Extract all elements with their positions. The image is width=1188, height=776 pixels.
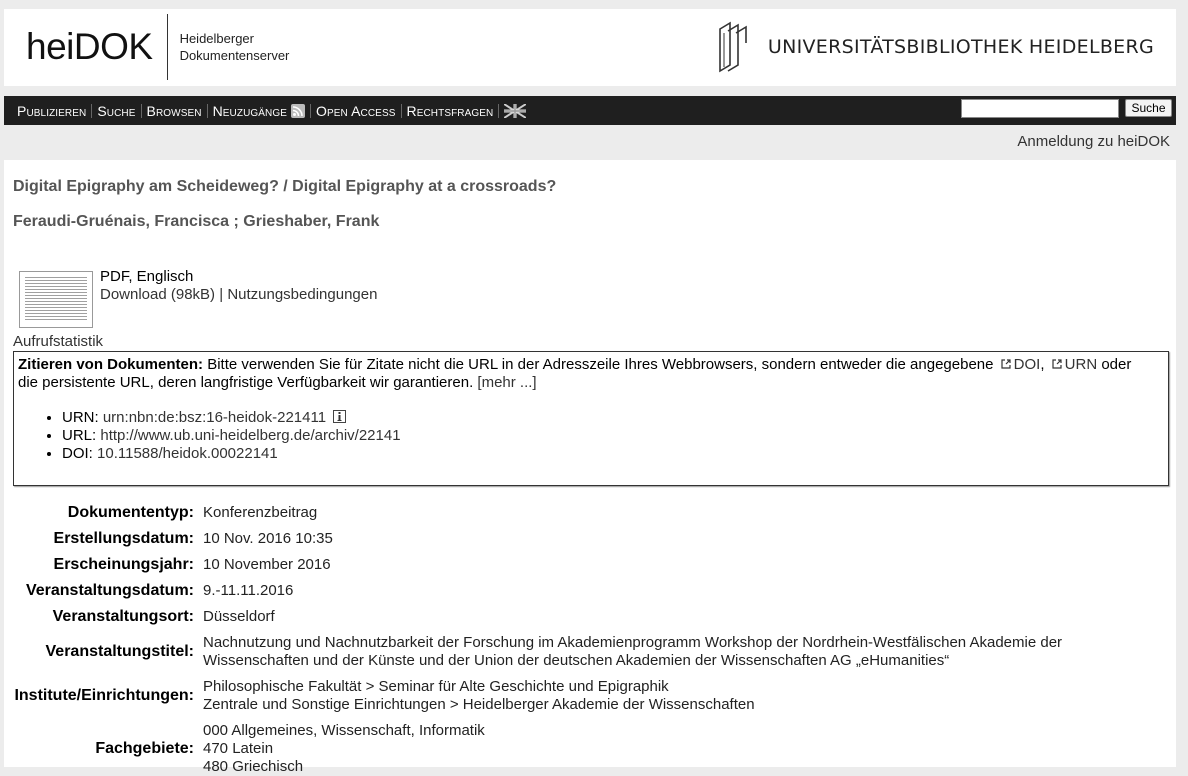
identifier-list: URN: urn:nbn:de:bsz:16-heidok-221411 URL… [18, 409, 1168, 463]
nav-separator [498, 103, 500, 118]
nav-separator [140, 103, 142, 118]
library-name: UNIVERSITÄTSBIBLIOTHEK HEIDELBERG [767, 36, 1154, 58]
meta-value-fachgebiet-3[interactable]: 480 Griechisch [203, 758, 303, 776]
main-navigation: Publizieren Suche Browsen Neuzugänge Ope… [4, 96, 1176, 125]
document-authors[interactable]: Feraudi-Gruénais, Francisca ; Grieshaber… [13, 213, 379, 231]
doi-info-link[interactable]: DOI [1014, 356, 1041, 373]
external-link-icon [1001, 359, 1011, 369]
nav-separator [400, 103, 402, 118]
citation-heading: Zitieren von Dokumenten: [18, 356, 204, 373]
logo-sub-line1: Heidelberger [179, 31, 254, 46]
citation-comma: , [1040, 356, 1045, 373]
statistics-link[interactable]: Aufrufstatistik [13, 333, 103, 350]
list-item: DOI: 10.11588/heidok.00022141 [62, 445, 1168, 463]
urn-value[interactable]: urn:nbn:de:bsz:16-heidok-221411 [103, 409, 326, 426]
meta-value-dokumententyp: Konferenzbeitrag [203, 504, 318, 521]
file-info: PDF, Englisch Download (98kB) | Nutzungs… [100, 268, 377, 304]
nav-rechtsfragen[interactable]: Rechtsfragen [407, 103, 494, 119]
info-icon[interactable] [333, 410, 347, 423]
meta-label-fachgebiete: Fachgebiete: [95, 740, 194, 757]
meta-value-institute-2[interactable]: Zentrale und Sonstige Einrichtungen > He… [203, 696, 755, 714]
nav-open-access[interactable]: Open Access [316, 103, 395, 119]
logo-sub-line2: Dokumentenserver [179, 48, 290, 63]
search-input[interactable] [961, 99, 1119, 118]
meta-label-erstellungsdatum: Erstellungsdatum: [53, 530, 194, 547]
list-item: URN: urn:nbn:de:bsz:16-heidok-221411 [62, 409, 1168, 427]
citation-box: Zitieren von Dokumenten: Bitte verwenden… [13, 351, 1169, 486]
meta-label-veranstaltungsort: Veranstaltungsort: [52, 608, 194, 625]
logo-divider [166, 14, 168, 80]
meta-value-veranstaltungsdatum: 9.-11.11.2016 [203, 582, 294, 599]
meta-value-fachgebiet-2[interactable]: 470 Latein [203, 740, 273, 758]
list-item: URL: http://www.ub.uni-heidelberg.de/arc… [62, 427, 1168, 445]
urn-info-link[interactable]: URN [1065, 356, 1098, 373]
meta-value-institute-1[interactable]: Philosophische Fakultät > Seminar für Al… [203, 678, 669, 696]
meta-label-institute: Institute/Einrichtungen: [14, 687, 194, 704]
nav-separator [91, 103, 93, 118]
url-label: URL: [62, 427, 97, 444]
logo-main-text: heiDOK [26, 26, 153, 67]
urn-label: URN: [62, 409, 99, 426]
meta-value-veranstaltungsort: Düsseldorf [203, 608, 275, 625]
nav-browsen[interactable]: Browsen [147, 103, 202, 119]
meta-label-veranstaltungsdatum: Veranstaltungsdatum: [25, 582, 194, 599]
meta-value-veranstaltungstitel-2: Wissenschaften und der Künste und der Un… [203, 652, 950, 669]
meta-label-erscheinungsjahr: Erscheinungsjahr: [53, 556, 194, 573]
doi-label: DOI: [62, 445, 93, 462]
download-link[interactable]: Download (98kB) [100, 286, 215, 303]
ub-logo[interactable]: UNIVERSITÄTSBIBLIOTHEK HEIDELBERG [716, 19, 1154, 75]
meta-value-veranstaltungstitel-1: Nachnutzung und Nachnutzbarkeit der Fors… [203, 634, 1063, 651]
citation-text1: Bitte verwenden Sie für Zitate nicht die… [207, 356, 994, 373]
url-value[interactable]: http://www.ub.uni-heidelberg.de/archiv/2… [100, 427, 400, 444]
doi-value[interactable]: 10.11588/heidok.00022141 [97, 445, 278, 462]
uk-flag-icon[interactable] [504, 103, 527, 118]
nav-suche[interactable]: Suche [97, 103, 135, 119]
meta-label-dokumententyp: Dokumententyp: [67, 504, 194, 521]
meta-value-erscheinungsjahr: 10 November 2016 [203, 556, 331, 573]
document-title: Digital Epigraphy am Scheideweg? / Digit… [13, 178, 557, 195]
nav-separator [206, 103, 208, 118]
usage-terms-link[interactable]: Nutzungsbedingungen [227, 286, 377, 303]
logo-subtitle: Heidelberger Dokumentenserver [180, 30, 290, 64]
meta-value-fachgebiet-1[interactable]: 000 Allgemeines, Wissenschaft, Informati… [203, 722, 485, 740]
link-separator: | [219, 286, 224, 303]
main-content: Digital Epigraphy am Scheideweg? / Digit… [4, 160, 1176, 775]
nav-separator [310, 103, 312, 118]
heidok-logo[interactable]: heiDOK Heidelberger Dokumentenserver [26, 13, 289, 81]
rss-icon[interactable] [291, 103, 306, 118]
more-link[interactable]: [mehr ...] [477, 374, 536, 391]
search-button[interactable]: Suche [1125, 99, 1172, 117]
ub-books-icon [719, 21, 747, 73]
site-header: heiDOK Heidelberger Dokumentenserver UNI… [4, 9, 1176, 86]
login-link[interactable]: Anmeldung zu heiDOK [1017, 133, 1170, 150]
nav-neuzugaenge[interactable]: Neuzugänge [213, 103, 287, 119]
file-type: PDF, Englisch [100, 268, 194, 285]
external-link-icon [1052, 359, 1062, 369]
meta-value-erstellungsdatum: 10 Nov. 2016 10:35 [203, 530, 333, 547]
document-thumbnail[interactable] [19, 271, 93, 328]
nav-publizieren[interactable]: Publizieren [17, 103, 86, 119]
meta-label-veranstaltungstitel: Veranstaltungstitel: [45, 643, 194, 660]
